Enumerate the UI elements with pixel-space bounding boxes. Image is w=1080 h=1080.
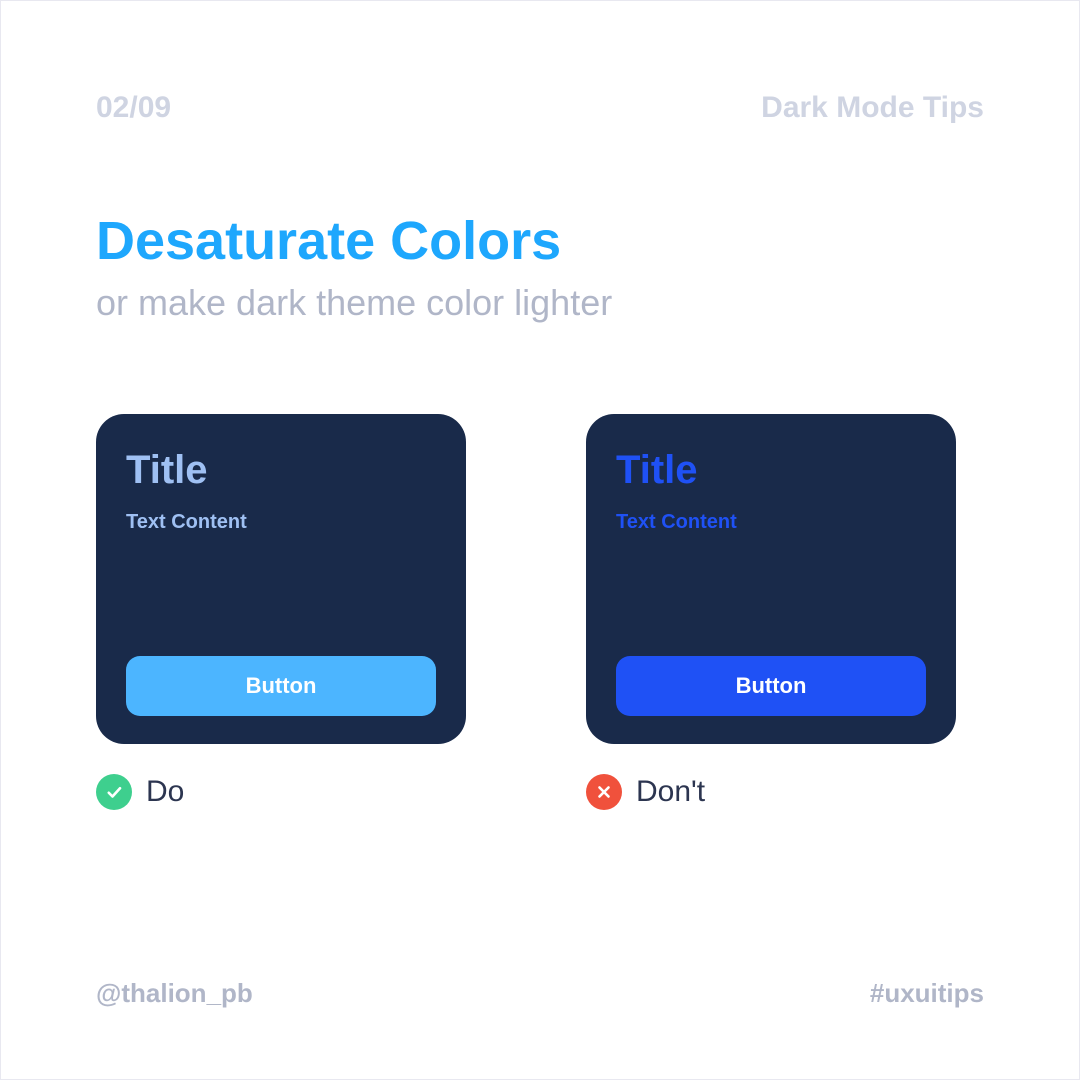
sub-heading: or make dark theme color lighter bbox=[96, 282, 984, 324]
example-cards-row: Title Text Content Button Do Title Text … bbox=[96, 414, 984, 810]
author-handle: @thalion_pb bbox=[96, 978, 253, 1009]
footer: @thalion_pb #uxuitips bbox=[96, 978, 984, 1009]
dont-card: Title Text Content Button bbox=[586, 414, 956, 744]
close-icon bbox=[586, 774, 622, 810]
dont-card-text: Text Content bbox=[616, 511, 926, 534]
dont-label-row: Don't bbox=[586, 774, 956, 810]
series-title: Dark Mode Tips bbox=[761, 91, 984, 125]
check-icon bbox=[96, 774, 132, 810]
main-heading: Desaturate Colors bbox=[96, 210, 984, 272]
do-label-row: Do bbox=[96, 774, 466, 810]
dont-column: Title Text Content Button Don't bbox=[586, 414, 956, 810]
do-column: Title Text Content Button Do bbox=[96, 414, 466, 810]
page-counter: 02/09 bbox=[96, 91, 171, 125]
hashtag: #uxuitips bbox=[870, 978, 984, 1009]
do-card-title: Title bbox=[126, 448, 436, 493]
do-label: Do bbox=[146, 775, 184, 809]
dont-card-title: Title bbox=[616, 448, 926, 493]
dont-label: Don't bbox=[636, 775, 705, 809]
dont-card-button[interactable]: Button bbox=[616, 656, 926, 716]
do-card: Title Text Content Button bbox=[96, 414, 466, 744]
header: 02/09 Dark Mode Tips bbox=[96, 91, 984, 125]
do-card-button[interactable]: Button bbox=[126, 656, 436, 716]
do-card-text: Text Content bbox=[126, 511, 436, 534]
